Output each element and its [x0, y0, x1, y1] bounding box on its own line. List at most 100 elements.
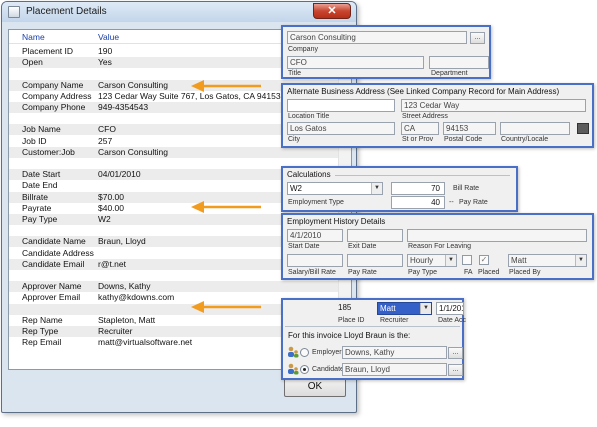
pay-rate-label: Pay Rate — [459, 199, 488, 206]
employment-type-select[interactable]: W2 ▼ — [287, 182, 383, 195]
list-item-name: Job ID — [22, 135, 47, 146]
employment-history-panel: Employment History Details 4/1/2010 Star… — [281, 213, 594, 280]
history-pay-rate-field[interactable] — [347, 254, 403, 267]
address-heading: Alternate Business Address (See Linked C… — [287, 87, 560, 96]
list-item-name: Approver Name — [22, 281, 82, 292]
placed-by-label: Placed By — [509, 269, 541, 276]
recruiter-select[interactable]: Matt ▼ — [377, 302, 432, 315]
window-icon — [8, 6, 20, 18]
map-icon[interactable] — [577, 123, 589, 134]
employer-field[interactable]: Downs, Kathy — [342, 346, 447, 359]
list-item-value: kathy@kdowns.com — [98, 292, 175, 303]
postal-code-field[interactable]: 94153 — [443, 122, 496, 135]
company-panel: Carson Consulting ... Company CFO Title … — [281, 25, 491, 79]
placed-by-value: Matt — [511, 256, 527, 265]
fa-label: FA — [464, 269, 473, 276]
date-accepted-field[interactable]: 1/1/201 — [436, 302, 464, 315]
location-title-field[interactable] — [287, 99, 395, 112]
person-icon — [288, 363, 299, 375]
candidate-radio[interactable] — [300, 365, 309, 374]
state-field[interactable]: CA — [401, 122, 439, 135]
state-label: St or Prov — [402, 136, 434, 143]
ok-button[interactable]: OK — [284, 377, 346, 397]
fa-checkbox[interactable] — [462, 255, 472, 265]
list-item-value: 190 — [98, 46, 113, 56]
pay-rate-field[interactable]: 40 — [391, 196, 445, 209]
company-label: Company — [288, 46, 318, 53]
address-panel: Alternate Business Address (See Linked C… — [281, 83, 594, 148]
pay-rate-dash: -- — [449, 199, 454, 206]
city-label: City — [288, 136, 301, 143]
column-header-name[interactable]: Name — [22, 32, 45, 42]
placed-by-select[interactable]: Matt ▼ — [508, 254, 587, 267]
person-icon — [288, 346, 299, 358]
candidate-field[interactable]: Braun, Lloyd — [342, 363, 447, 376]
placed-label: Placed — [478, 269, 500, 276]
country-label: Country/Locale — [501, 136, 549, 143]
reason-for-leaving-field[interactable] — [407, 229, 587, 242]
list-item-value: Downs, Kathy — [98, 281, 151, 292]
section-divider — [285, 326, 460, 327]
reason-for-leaving-label: Reason For Leaving — [408, 243, 472, 250]
list-item-value: matt@virtualsoftware.net — [98, 337, 193, 348]
title-field[interactable]: CFO — [287, 56, 424, 69]
chevron-down-icon[interactable]: ▼ — [445, 255, 456, 266]
company-field[interactable]: Carson Consulting — [287, 31, 467, 44]
placed-checkbox[interactable]: ✓ — [479, 255, 489, 265]
street-address-field[interactable]: 123 Cedar Way — [401, 99, 586, 112]
list-item-value: $40.00 — [98, 202, 124, 213]
list-item[interactable]: Approver Name Downs, Kathy — [9, 281, 351, 293]
bill-rate-label: Bill Rate — [453, 185, 480, 192]
history-pay-rate-label: Pay Rate — [348, 269, 377, 276]
candidate-browse-button[interactable]: ... — [448, 364, 463, 376]
salary-bill-rate-field[interactable] — [287, 254, 343, 267]
employer-radio[interactable] — [300, 348, 309, 357]
salary-bill-rate-label: Salary/Bill Rate — [288, 269, 336, 276]
list-item-value: CFO — [98, 124, 116, 135]
exit-date-field[interactable] — [347, 229, 403, 242]
list-item-name: Approver Email — [22, 292, 81, 303]
list-item-value: r@t.net — [98, 258, 126, 269]
list-item-name: Job Name — [22, 124, 61, 135]
employer-browse-button[interactable]: ... — [448, 347, 463, 359]
employment-history-heading: Employment History Details — [287, 217, 386, 226]
street-address-label: Street Address — [402, 113, 448, 120]
section-divider — [335, 175, 510, 176]
start-date-field[interactable]: 4/1/2010 — [287, 229, 343, 242]
place-id-label: Place ID — [338, 317, 365, 324]
country-field[interactable] — [500, 122, 570, 135]
employment-type-label: Employment Type — [288, 199, 344, 206]
department-field[interactable] — [429, 56, 489, 69]
list-item-name: Rep Email — [22, 337, 62, 348]
list-item-name: Rep Type — [22, 326, 59, 336]
chevron-down-icon[interactable]: ▼ — [575, 255, 586, 266]
list-item-value: W2 — [98, 214, 111, 224]
arrow-left-icon — [191, 301, 261, 313]
list-item-name: Customer:Job — [22, 146, 75, 157]
chevron-down-icon[interactable]: ▼ — [371, 183, 382, 194]
recruiter-label: Recruiter — [380, 317, 409, 324]
pay-type-select[interactable]: Hourly ▼ — [407, 254, 457, 267]
recruiter-value: Matt — [380, 304, 396, 313]
list-item-value: $70.00 — [98, 191, 124, 202]
column-header-value[interactable]: Value — [98, 32, 119, 42]
department-label: Department — [431, 70, 468, 77]
list-item-name: Candidate Address — [22, 247, 94, 258]
bill-rate-field[interactable]: 70 — [391, 182, 445, 195]
chevron-down-icon[interactable]: ▼ — [420, 303, 431, 314]
close-button[interactable]: ✕ — [313, 3, 351, 19]
employer-label: Employer — [312, 349, 342, 356]
list-item-name: Open — [22, 57, 43, 68]
city-field[interactable]: Los Gatos — [287, 122, 395, 135]
list-item-value: Carson Consulting — [98, 146, 168, 157]
list-item[interactable]: Customer:Job Carson Consulting — [9, 146, 351, 158]
place-id-value: 185 — [338, 303, 352, 312]
invoice-panel: 185 Matt ▼ 1/1/201 Place ID Recruiter Da… — [281, 298, 466, 380]
list-item-name: Pay Type — [22, 214, 58, 224]
title-bar[interactable]: Placement Details ✕ — [2, 2, 356, 22]
list-item-name: Date Start — [22, 169, 61, 180]
employment-type-value: W2 — [290, 184, 302, 193]
list-item-name: Company Name — [22, 79, 84, 90]
list-item-value: Braun, Lloyd — [98, 236, 146, 247]
company-browse-button[interactable]: ... — [470, 32, 485, 44]
